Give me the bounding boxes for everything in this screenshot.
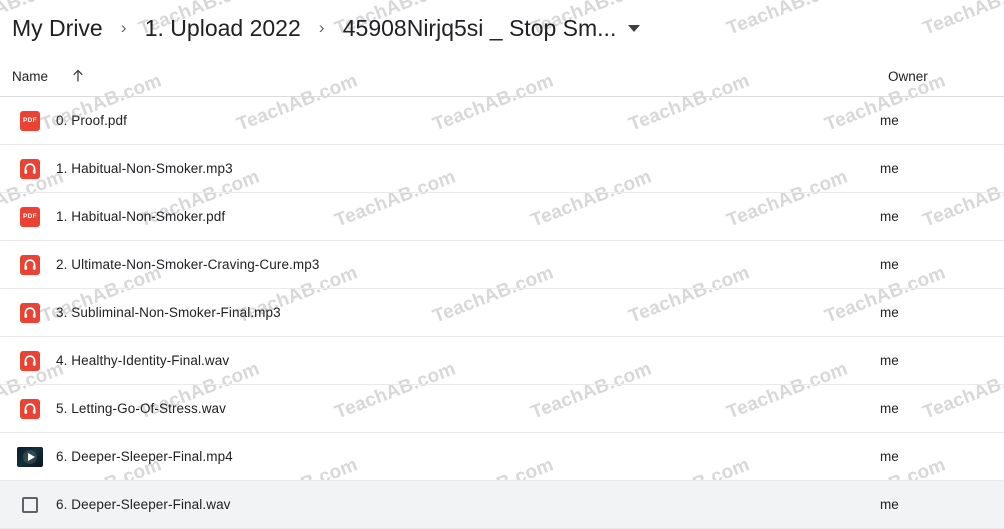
audio-file-icon <box>20 302 40 323</box>
column-header-row: Name Owner <box>0 56 1004 97</box>
play-triangle <box>27 452 35 461</box>
file-owner: me <box>880 161 899 176</box>
file-owner: me <box>880 257 899 272</box>
file-row[interactable]: 2. Ultimate-Non-Smoker-Craving-Cure.mp3 m… <box>0 241 1004 289</box>
file-row[interactable]: PDF 1. Habitual-Non-Smoker.pdf me <box>0 193 1004 241</box>
file-row[interactable]: 6. Deeper-Sleeper-Final.wav me <box>0 481 1004 529</box>
file-icon-cell <box>0 158 56 179</box>
file-row[interactable]: 3. Subliminal-Non-Smoker-Final.mp3 me <box>0 289 1004 337</box>
play-icon <box>23 449 37 464</box>
column-header-name[interactable]: Name <box>0 68 880 84</box>
column-header-owner[interactable]: Owner <box>880 69 1004 84</box>
breadcrumb-item-2[interactable]: 45908Nirjq5si _ Stop Sm... <box>343 14 617 42</box>
audio-file-icon <box>20 398 40 419</box>
file-name[interactable]: 0. Proof.pdf <box>56 112 880 130</box>
file-row[interactable]: 6. Deeper-Sleeper-Final.mp4 me <box>0 433 1004 481</box>
file-owner: me <box>880 497 899 512</box>
file-icon-cell <box>0 398 56 419</box>
audio-file-icon <box>20 254 40 275</box>
file-row[interactable]: PDF 0. Proof.pdf me <box>0 97 1004 145</box>
file-owner: me <box>880 305 899 320</box>
file-icon-cell <box>0 446 56 467</box>
arrow-up-icon[interactable] <box>70 68 86 84</box>
breadcrumb-separator: › <box>120 18 127 37</box>
column-header-name-label: Name <box>12 68 49 84</box>
file-owner: me <box>880 401 899 416</box>
breadcrumb-item-0[interactable]: My Drive <box>12 14 103 42</box>
file-name[interactable]: 2. Ultimate-Non-Smoker-Craving-Cure.mp3 <box>56 256 880 274</box>
file-owner: me <box>880 449 899 464</box>
breadcrumb: My Drive › 1. Upload 2022 › 45908Nirjq5si _ … <box>0 0 1004 56</box>
file-name[interactable]: 1. Habitual-Non-Smoker.mp3 <box>56 160 880 178</box>
pdf-file-icon: PDF <box>20 206 40 227</box>
file-row[interactable]: 4. Healthy-Identity-Final.wav me <box>0 337 1004 385</box>
breadcrumb-separator: › <box>318 18 325 37</box>
file-row[interactable]: 1. Habitual-Non-Smoker.mp3 me <box>0 145 1004 193</box>
audio-file-icon <box>20 158 40 179</box>
file-icon-cell: PDF <box>0 110 56 131</box>
file-owner: me <box>880 209 899 224</box>
file-icon-cell: PDF <box>0 206 56 227</box>
file-list: PDF 0. Proof.pdf me 1. Habitual-Non-Smoker.… <box>0 97 1004 529</box>
file-icon-cell <box>0 254 56 275</box>
file-icon-cell <box>0 350 56 371</box>
file-icon-cell <box>0 302 56 323</box>
chevron-down-icon[interactable] <box>628 24 641 32</box>
file-name[interactable]: 5. Letting-Go-Of-Stress.wav <box>56 400 880 418</box>
file-row[interactable]: 5. Letting-Go-Of-Stress.wav me <box>0 385 1004 433</box>
file-name[interactable]: 3. Subliminal-Non-Smoker-Final.mp3 <box>56 304 880 322</box>
pdf-file-icon: PDF <box>20 110 40 131</box>
file-name[interactable]: 4. Healthy-Identity-Final.wav <box>56 352 880 370</box>
file-name[interactable]: 6. Deeper-Sleeper-Final.wav <box>56 496 880 514</box>
file-owner: me <box>880 113 899 128</box>
file-owner: me <box>880 353 899 368</box>
row-checkbox[interactable] <box>22 496 38 513</box>
audio-file-icon <box>20 350 40 371</box>
drive-file-browser: TeachAB.com TeachAB.com TeachAB.com TeachAB… <box>0 0 1004 529</box>
file-name[interactable]: 1. Habitual-Non-Smoker.pdf <box>56 208 880 226</box>
file-name[interactable]: 6. Deeper-Sleeper-Final.mp4 <box>56 448 880 466</box>
video-file-thumbnail <box>17 446 43 467</box>
file-icon-cell[interactable] <box>0 496 56 513</box>
breadcrumb-item-1[interactable]: 1. Upload 2022 <box>145 14 301 42</box>
